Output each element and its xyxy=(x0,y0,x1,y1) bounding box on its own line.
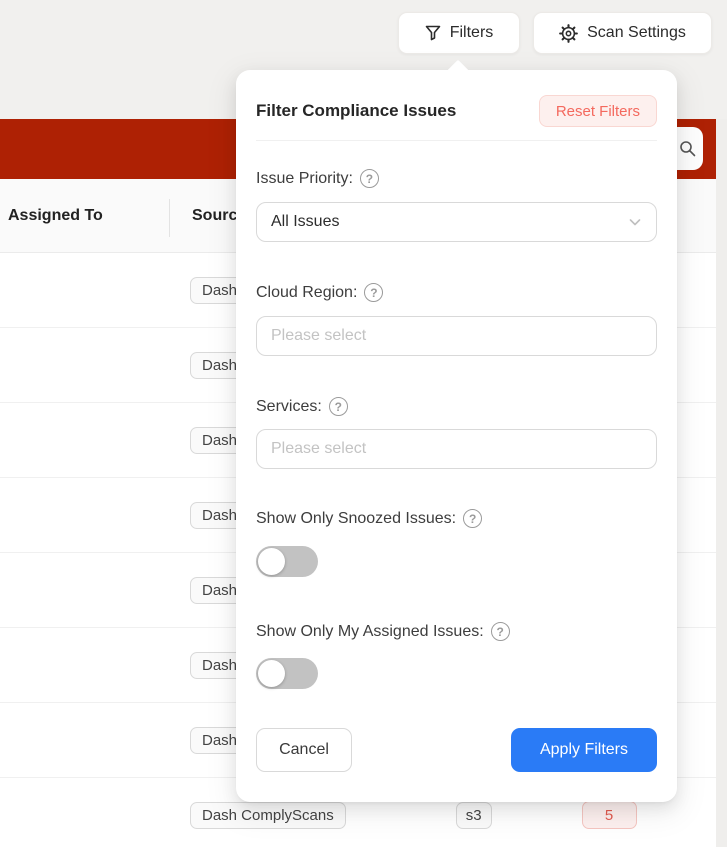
help-icon[interactable]: ? xyxy=(491,622,510,641)
scan-settings-button[interactable]: Scan Settings xyxy=(533,12,712,54)
snoozed-label: Show Only Snoozed Issues: xyxy=(256,510,456,528)
popover-divider xyxy=(256,140,657,141)
cloud-region-placeholder: Please select xyxy=(271,327,366,345)
filter-funnel-icon xyxy=(425,25,441,41)
assigned-label: Show Only My Assigned Issues: xyxy=(256,623,484,641)
assigned-label-row: Show Only My Assigned Issues: ? xyxy=(256,622,657,641)
popover-title: Filter Compliance Issues xyxy=(256,101,456,121)
search-icon xyxy=(679,140,696,157)
cancel-button[interactable]: Cancel xyxy=(256,728,352,772)
issue-priority-select[interactable]: All Issues xyxy=(256,202,657,242)
popover-header: Filter Compliance Issues Reset Filters xyxy=(256,95,657,127)
filters-button-label: Filters xyxy=(450,24,494,42)
help-icon[interactable]: ? xyxy=(360,169,379,188)
chevron-down-icon xyxy=(628,215,642,229)
service-chip: s3 xyxy=(456,802,492,829)
cloud-region-label-row: Cloud Region: ? xyxy=(256,283,657,302)
reset-filters-button[interactable]: Reset Filters xyxy=(539,95,657,127)
column-separator xyxy=(169,199,170,237)
toggle-knob xyxy=(258,548,285,575)
issue-count-badge: 5 xyxy=(582,801,637,829)
services-select[interactable]: Please select xyxy=(256,429,657,469)
help-icon[interactable]: ? xyxy=(463,509,482,528)
help-icon[interactable]: ? xyxy=(329,397,348,416)
apply-filters-button[interactable]: Apply Filters xyxy=(511,728,657,772)
filter-popover: Filter Compliance Issues Reset Filters I… xyxy=(236,70,677,802)
services-placeholder: Please select xyxy=(271,440,366,458)
help-icon[interactable]: ? xyxy=(364,283,383,302)
issue-priority-value: All Issues xyxy=(271,213,339,231)
source-chip: Dash ComplyScans xyxy=(190,802,346,829)
toggle-knob xyxy=(258,660,285,687)
assigned-toggle[interactable] xyxy=(256,658,318,689)
services-label-row: Services: ? xyxy=(256,397,657,416)
page-right-gutter xyxy=(716,119,727,847)
scan-settings-button-label: Scan Settings xyxy=(587,24,686,42)
gear-icon xyxy=(559,24,578,43)
snoozed-toggle[interactable] xyxy=(256,546,318,577)
filters-button[interactable]: Filters xyxy=(398,12,520,54)
cloud-region-label: Cloud Region: xyxy=(256,284,357,302)
column-header-assigned-to[interactable]: Assigned To xyxy=(8,179,103,253)
snoozed-label-row: Show Only Snoozed Issues: ? xyxy=(256,509,657,528)
app-screen: Filters xyxy=(0,0,727,847)
issue-priority-label-row: Issue Priority: ? xyxy=(256,169,657,188)
issue-priority-label: Issue Priority: xyxy=(256,170,353,188)
cloud-region-select[interactable]: Please select xyxy=(256,316,657,356)
popover-footer: Cancel Apply Filters xyxy=(256,728,657,772)
services-label: Services: xyxy=(256,398,322,416)
